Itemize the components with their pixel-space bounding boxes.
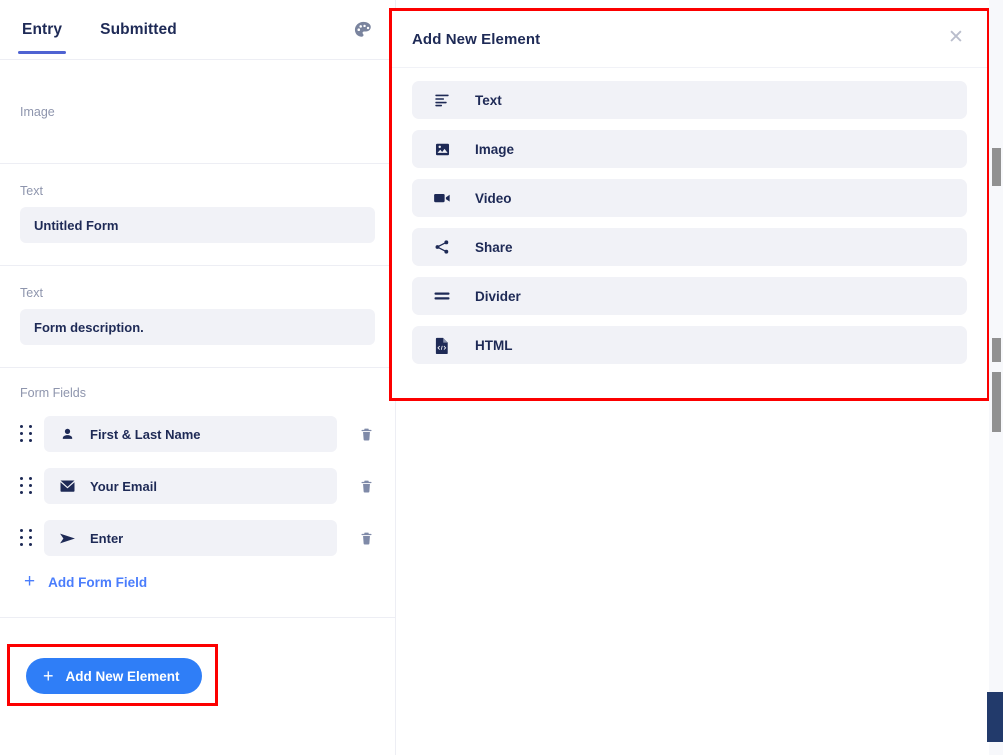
modal-header: Add New Element ✕ <box>392 11 987 68</box>
element-option-image-label: Image <box>475 142 514 157</box>
form-title-block: Text Untitled Form <box>0 164 395 266</box>
add-new-element-highlight: + Add New Element <box>7 644 218 706</box>
text-align-left-icon <box>432 90 452 110</box>
share-nodes-icon <box>432 237 452 257</box>
tab-bar: Entry Submitted <box>0 0 395 60</box>
tab-submitted-label: Submitted <box>100 21 177 39</box>
element-option-video[interactable]: Video <box>412 179 967 217</box>
page-scrollbar-indicator[interactable] <box>987 692 1003 742</box>
page-scrollbar-thumb[interactable] <box>992 372 1001 432</box>
element-option-text[interactable]: Text <box>412 81 967 119</box>
add-form-field-button[interactable]: + Add Form Field <box>20 574 375 591</box>
divider-equals-icon <box>432 286 452 306</box>
image-icon <box>432 139 452 159</box>
app-root: Entry Submitted Image <box>0 0 1003 755</box>
plus-icon: + <box>43 667 54 685</box>
form-fields-block-label: Form Fields <box>20 386 375 400</box>
element-option-share-label: Share <box>475 240 513 255</box>
form-field-submit-label: Enter <box>90 531 123 546</box>
form-field-row: First & Last Name <box>20 416 375 452</box>
form-field-email-label: Your Email <box>90 479 157 494</box>
trash-icon[interactable] <box>357 476 375 496</box>
form-title-block-label: Text <box>20 184 375 198</box>
add-form-field-label: Add Form Field <box>48 575 147 590</box>
element-option-video-label: Video <box>475 191 512 206</box>
form-description-value: Form description. <box>34 320 144 335</box>
element-option-html-label: HTML <box>475 338 513 353</box>
element-option-divider-label: Divider <box>475 289 521 304</box>
form-description-input[interactable]: Form description. <box>20 309 375 345</box>
form-field-name[interactable]: First & Last Name <box>44 416 337 452</box>
form-field-submit[interactable]: Enter <box>44 520 337 556</box>
palette-icon[interactable] <box>351 18 375 42</box>
element-option-html[interactable]: HTML <box>412 326 967 364</box>
paper-plane-icon <box>58 529 76 547</box>
element-type-list: Text Image <box>392 68 987 364</box>
drag-handle-icon[interactable] <box>20 529 34 547</box>
page-scrollbar-thumb[interactable] <box>992 338 1001 362</box>
form-field-email[interactable]: Your Email <box>44 468 337 504</box>
drag-handle-icon[interactable] <box>20 425 34 443</box>
add-new-element-button[interactable]: + Add New Element <box>26 658 202 694</box>
drag-handle-icon[interactable] <box>20 477 34 495</box>
form-field-row: Enter <box>20 520 375 556</box>
element-option-divider[interactable]: Divider <box>412 277 967 315</box>
file-code-icon <box>432 335 452 355</box>
form-field-row: Your Email <box>20 468 375 504</box>
tab-entry[interactable]: Entry <box>18 0 66 60</box>
form-fields-block: Form Fields First & Last Name <box>0 368 395 618</box>
form-title-value: Untitled Form <box>34 218 119 233</box>
element-option-share[interactable]: Share <box>412 228 967 266</box>
trash-icon[interactable] <box>357 528 375 548</box>
image-block-label: Image <box>20 105 55 119</box>
tab-submitted[interactable]: Submitted <box>96 0 181 60</box>
add-new-element-label: Add New Element <box>66 669 180 684</box>
trash-icon[interactable] <box>357 424 375 444</box>
form-description-block-label: Text <box>20 286 375 300</box>
add-new-element-modal: Add New Element ✕ Text <box>392 11 987 398</box>
close-icon[interactable]: ✕ <box>945 27 967 49</box>
modal-title: Add New Element <box>412 31 540 48</box>
tab-entry-label: Entry <box>22 21 62 39</box>
form-field-name-label: First & Last Name <box>90 427 201 442</box>
element-option-image[interactable]: Image <box>412 130 967 168</box>
image-element-block: Image <box>0 60 395 164</box>
form-description-block: Text Form description. <box>0 266 395 368</box>
plus-icon: + <box>24 572 35 591</box>
form-editor-sidebar: Entry Submitted Image <box>0 0 396 755</box>
form-title-input[interactable]: Untitled Form <box>20 207 375 243</box>
video-camera-icon <box>432 188 452 208</box>
user-icon <box>58 425 76 443</box>
element-option-text-label: Text <box>475 93 502 108</box>
envelope-icon <box>58 477 76 495</box>
page-scrollbar-thumb[interactable] <box>992 148 1001 186</box>
